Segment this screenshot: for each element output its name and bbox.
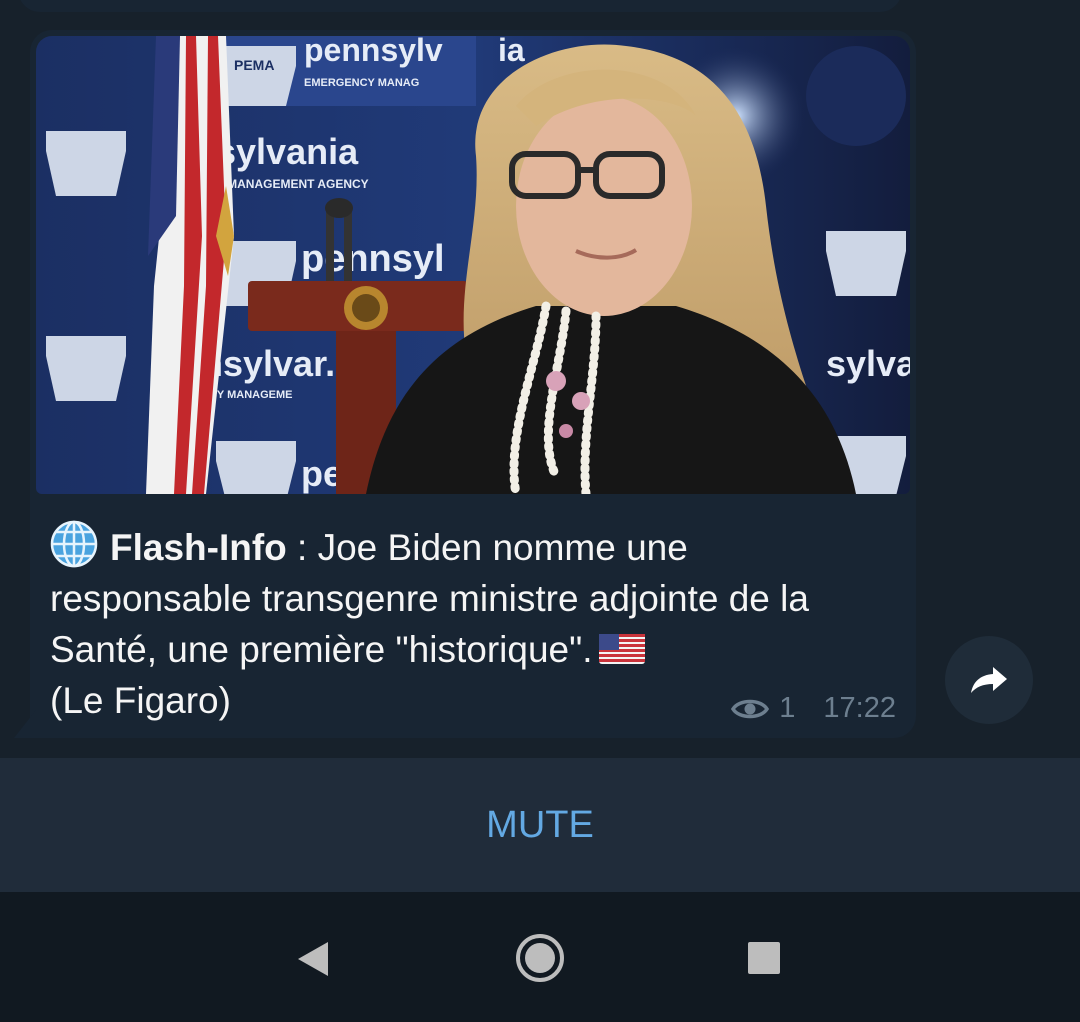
backdrop-text: pennsylv xyxy=(304,36,443,68)
backdrop-text: pennsyl xyxy=(301,238,445,280)
caption-source: (Le Figaro) xyxy=(50,680,231,721)
backdrop-text: sylvania xyxy=(216,131,359,172)
backdrop-text: sylva xyxy=(826,343,910,384)
previous-message-bubble xyxy=(18,0,902,12)
globe-icon xyxy=(50,520,98,568)
backdrop-text: ia xyxy=(498,36,525,68)
message-meta: 1 17:22 xyxy=(731,692,896,725)
view-count: 1 xyxy=(779,692,796,724)
eye-icon xyxy=(731,699,770,718)
message-photo[interactable]: pennsylv EMERGENCY MANAG ia sylvania Y M… xyxy=(36,36,910,494)
bubble-tail xyxy=(14,710,36,738)
us-flag-icon xyxy=(598,634,645,664)
backdrop-text: EMERGENCY MANAG xyxy=(304,77,419,89)
backdrop-text: Y MANAGEMENT AGENCY xyxy=(216,177,369,191)
home-circle-icon[interactable] xyxy=(514,932,566,984)
message-time: 17:22 xyxy=(823,692,896,724)
share-button[interactable] xyxy=(945,636,1033,724)
mute-bar[interactable]: MUTE xyxy=(0,758,1080,892)
mute-button[interactable]: MUTE xyxy=(486,804,594,847)
caption-bold-label: Flash-Info xyxy=(110,527,287,568)
message-bubble[interactable]: pennsylv EMERGENCY MANAG ia sylvania Y M… xyxy=(30,30,916,738)
back-triangle-icon[interactable] xyxy=(296,940,330,978)
recent-square-icon[interactable] xyxy=(748,942,780,974)
pema-logo-text: PEMA xyxy=(234,57,274,73)
share-arrow-icon xyxy=(971,667,1007,693)
